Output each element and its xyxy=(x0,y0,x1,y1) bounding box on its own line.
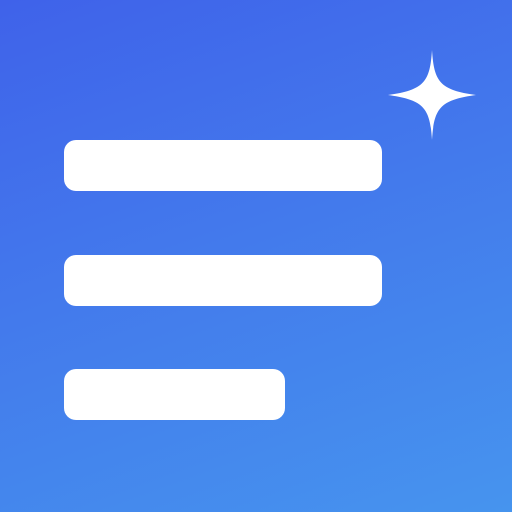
menu-line-1 xyxy=(64,140,382,191)
app-icon xyxy=(0,0,512,512)
sparkle-icon xyxy=(388,50,476,140)
menu-line-3 xyxy=(64,369,285,420)
menu-line-2 xyxy=(64,255,382,306)
